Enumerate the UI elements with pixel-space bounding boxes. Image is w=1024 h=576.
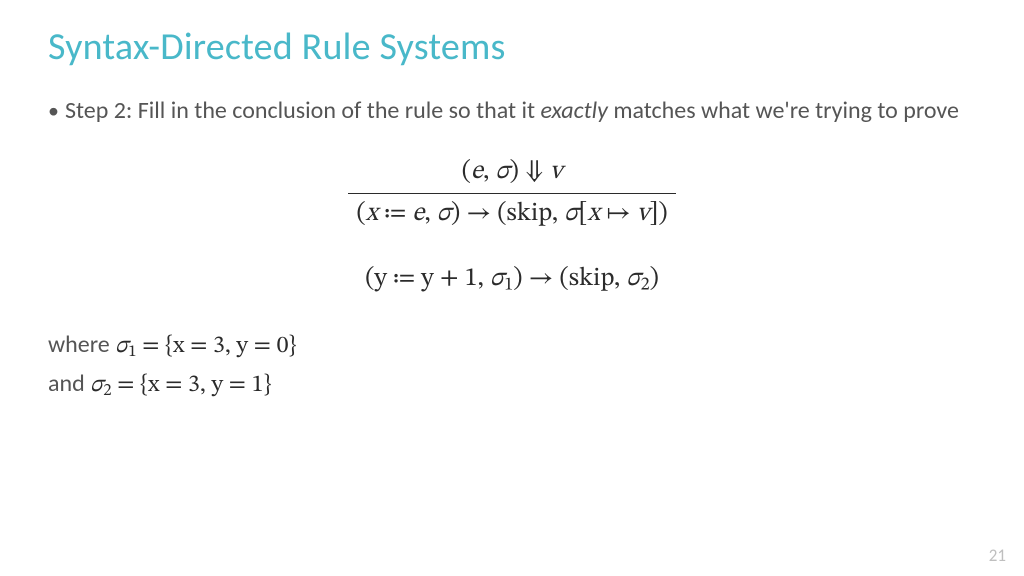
bullet-emph: exactly (540, 96, 607, 125)
inference-rule: (e, σ) ⇓ v (x ≔ e, σ) → (skip, σ[x ↦ v]) (348, 156, 675, 231)
slide-title: Syntax-Directed Rule Systems (48, 24, 976, 70)
where-line-1: where σ1 = {x = 3, y = 0} (48, 326, 976, 365)
inference-conclusion: (x ≔ e, σ) → (skip, σ[x ↦ v]) (348, 194, 675, 231)
bullet-tail: matches what we're trying to prove (608, 96, 959, 125)
where-label-1: where (48, 330, 115, 359)
bullet-item: • Step 2: Fill in the conclusion of the … (48, 96, 976, 126)
where-line-2: and σ2 = {x = 3, y = 1} (48, 365, 976, 404)
bullet-text: Step 2: Fill in the conclusion of the ru… (65, 96, 976, 126)
inference-premise: (e, σ) ⇓ v (348, 156, 675, 194)
where-label-2: and (48, 369, 90, 398)
where-block: where σ1 = {x = 3, y = 0} and σ2 = {x = … (48, 326, 976, 404)
slide: Syntax-Directed Rule Systems • Step 2: F… (0, 0, 1024, 576)
bullet-dot: • (48, 96, 59, 126)
step-instance: (y ≔ y + 1, σ1) → (skip, σ2) (48, 263, 976, 298)
math-area: (e, σ) ⇓ v (x ≔ e, σ) → (skip, σ[x ↦ v])… (48, 156, 976, 298)
bullet-lead: Step 2: Fill in the conclusion of the ru… (65, 96, 541, 125)
page-number: 21 (989, 545, 1006, 566)
